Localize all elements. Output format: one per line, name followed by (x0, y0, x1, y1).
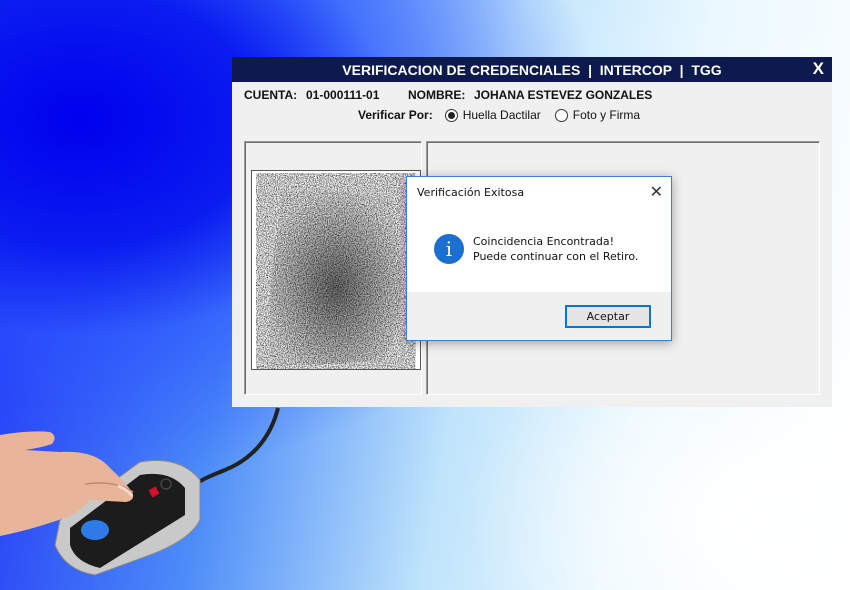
fingerprint-panel (244, 141, 422, 395)
radio-foto-firma-label[interactable]: Foto y Firma (573, 108, 640, 122)
verify-by-label: Verificar Por: (358, 108, 433, 122)
verify-by-group: Verificar Por: Huella Dactilar Foto y Fi… (358, 108, 654, 122)
close-icon[interactable]: X (813, 59, 824, 79)
message-line-1: Coincidencia Encontrada! (473, 235, 614, 248)
radio-huella-label[interactable]: Huella Dactilar (463, 108, 541, 122)
dialog-message: Coincidencia Encontrada! Puede continuar… (473, 234, 638, 264)
cuenta-value: 01-000111-01 (306, 88, 380, 102)
dialog-title: Verificación Exitosa (417, 185, 525, 199)
dialog-body: i Coincidencia Encontrada! Puede continu… (407, 207, 671, 292)
title-bar: VERIFICACION DE CREDENCIALES | INTERCOP … (232, 57, 832, 82)
cuenta-label: CUENTA: (244, 88, 298, 102)
account-info: CUENTA: 01-000111-01 NOMBRE: JOHANA ESTE… (244, 88, 652, 102)
close-icon[interactable]: ✕ (650, 182, 663, 201)
success-dialog: Verificación Exitosa ✕ i Coincidencia En… (406, 176, 672, 341)
radio-huella[interactable] (444, 108, 458, 122)
fingerprint-image (251, 170, 421, 370)
radio-foto-firma[interactable] (554, 108, 568, 122)
message-line-2: Puede continuar con el Retiro. (473, 250, 639, 263)
window-title: VERIFICACION DE CREDENCIALES | INTERCOP … (342, 61, 722, 78)
info-icon: i (434, 234, 464, 264)
accept-button[interactable]: Aceptar (565, 305, 651, 328)
dialog-footer: Aceptar (407, 292, 671, 340)
nombre-value: JOHANA ESTEVEZ GONZALES (474, 88, 653, 102)
nombre-label: NOMBRE: (408, 88, 466, 102)
